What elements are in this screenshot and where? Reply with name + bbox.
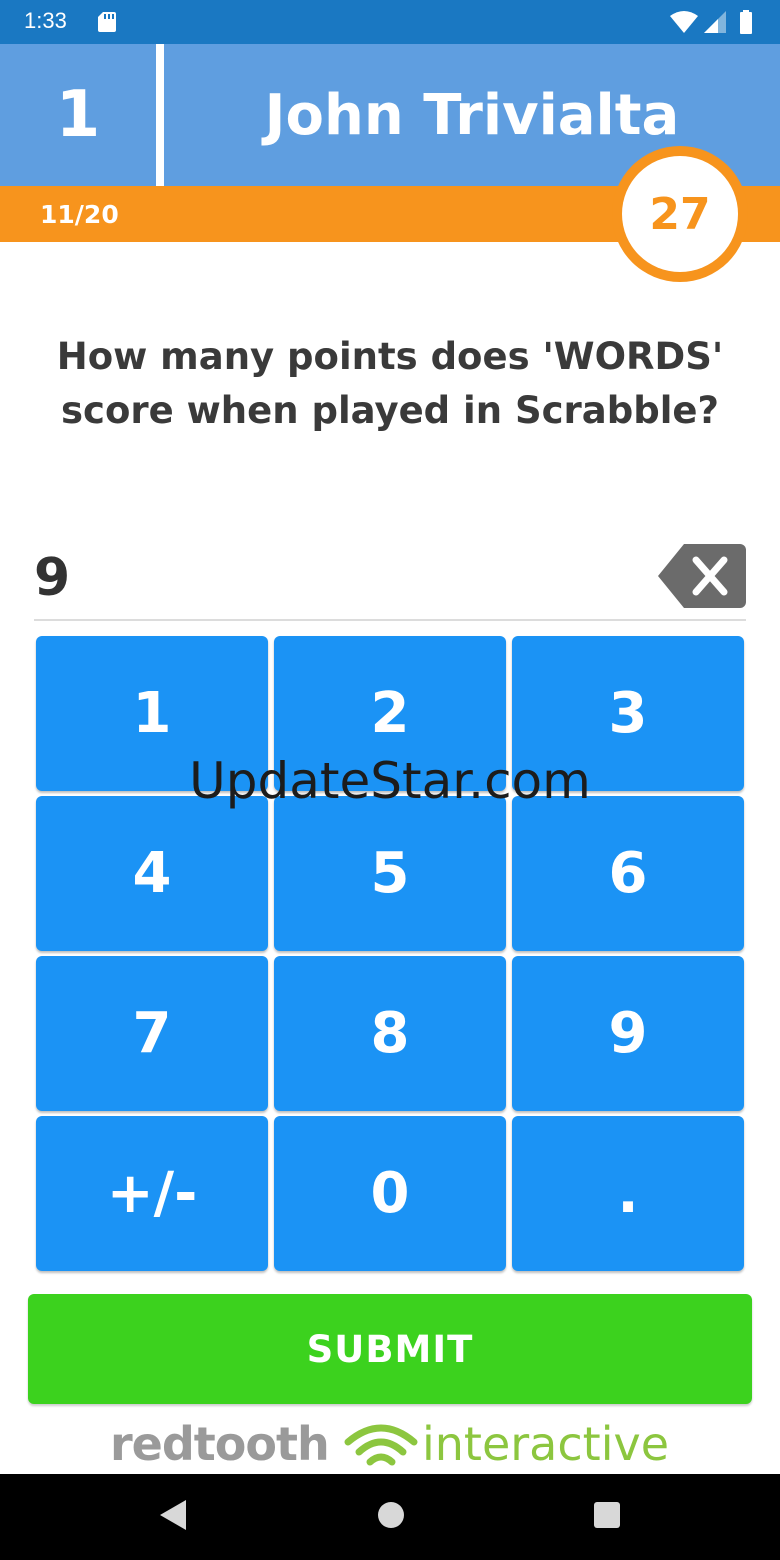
status-time: 1:33	[24, 8, 67, 33]
key-2[interactable]: 2	[274, 636, 506, 791]
submit-button[interactable]: SUBMIT	[28, 1294, 752, 1404]
redtooth-interactive-logo: redtooth interactive	[110, 1414, 680, 1474]
brand-redtooth: redtooth	[110, 1417, 330, 1471]
signal-icon	[704, 11, 726, 33]
key-3[interactable]: 3	[512, 636, 744, 791]
backspace-button[interactable]	[658, 544, 746, 608]
signal-waves-icon	[344, 1424, 418, 1466]
sd-card-icon	[98, 12, 116, 32]
key-plus-minus[interactable]: +/-	[36, 1116, 268, 1271]
key-4[interactable]: 4	[36, 796, 268, 951]
key-6[interactable]: 6	[512, 796, 744, 951]
navigation-bar	[0, 1474, 780, 1560]
timer-value: 27	[622, 156, 738, 272]
header-divider	[156, 44, 164, 186]
back-icon[interactable]	[158, 1498, 188, 1532]
key-8[interactable]: 8	[274, 956, 506, 1111]
battery-icon	[740, 10, 752, 34]
home-icon[interactable]	[376, 1500, 406, 1530]
player-rank: 1	[55, 78, 101, 152]
question-progress: 11/20	[40, 200, 119, 229]
key-decimal[interactable]: .	[512, 1116, 744, 1271]
key-5[interactable]: 5	[274, 796, 506, 951]
numeric-keypad: 1 2 3 4 5 6 7 8 9 +/- 0 .	[36, 636, 744, 1273]
key-9[interactable]: 9	[512, 956, 744, 1111]
key-7[interactable]: 7	[36, 956, 268, 1111]
answer-underline	[34, 619, 746, 621]
wifi-icon	[670, 11, 698, 33]
countdown-timer: 27	[612, 146, 748, 282]
backspace-icon	[658, 544, 746, 608]
answer-field[interactable]: 9	[34, 540, 634, 616]
key-0[interactable]: 0	[274, 1116, 506, 1271]
brand-interactive: interactive	[422, 1417, 670, 1471]
recents-icon[interactable]	[592, 1500, 622, 1530]
status-bar: 1:33	[0, 0, 780, 44]
key-1[interactable]: 1	[36, 636, 268, 791]
question-text: How many points does 'WORDS' score when …	[56, 335, 724, 432]
